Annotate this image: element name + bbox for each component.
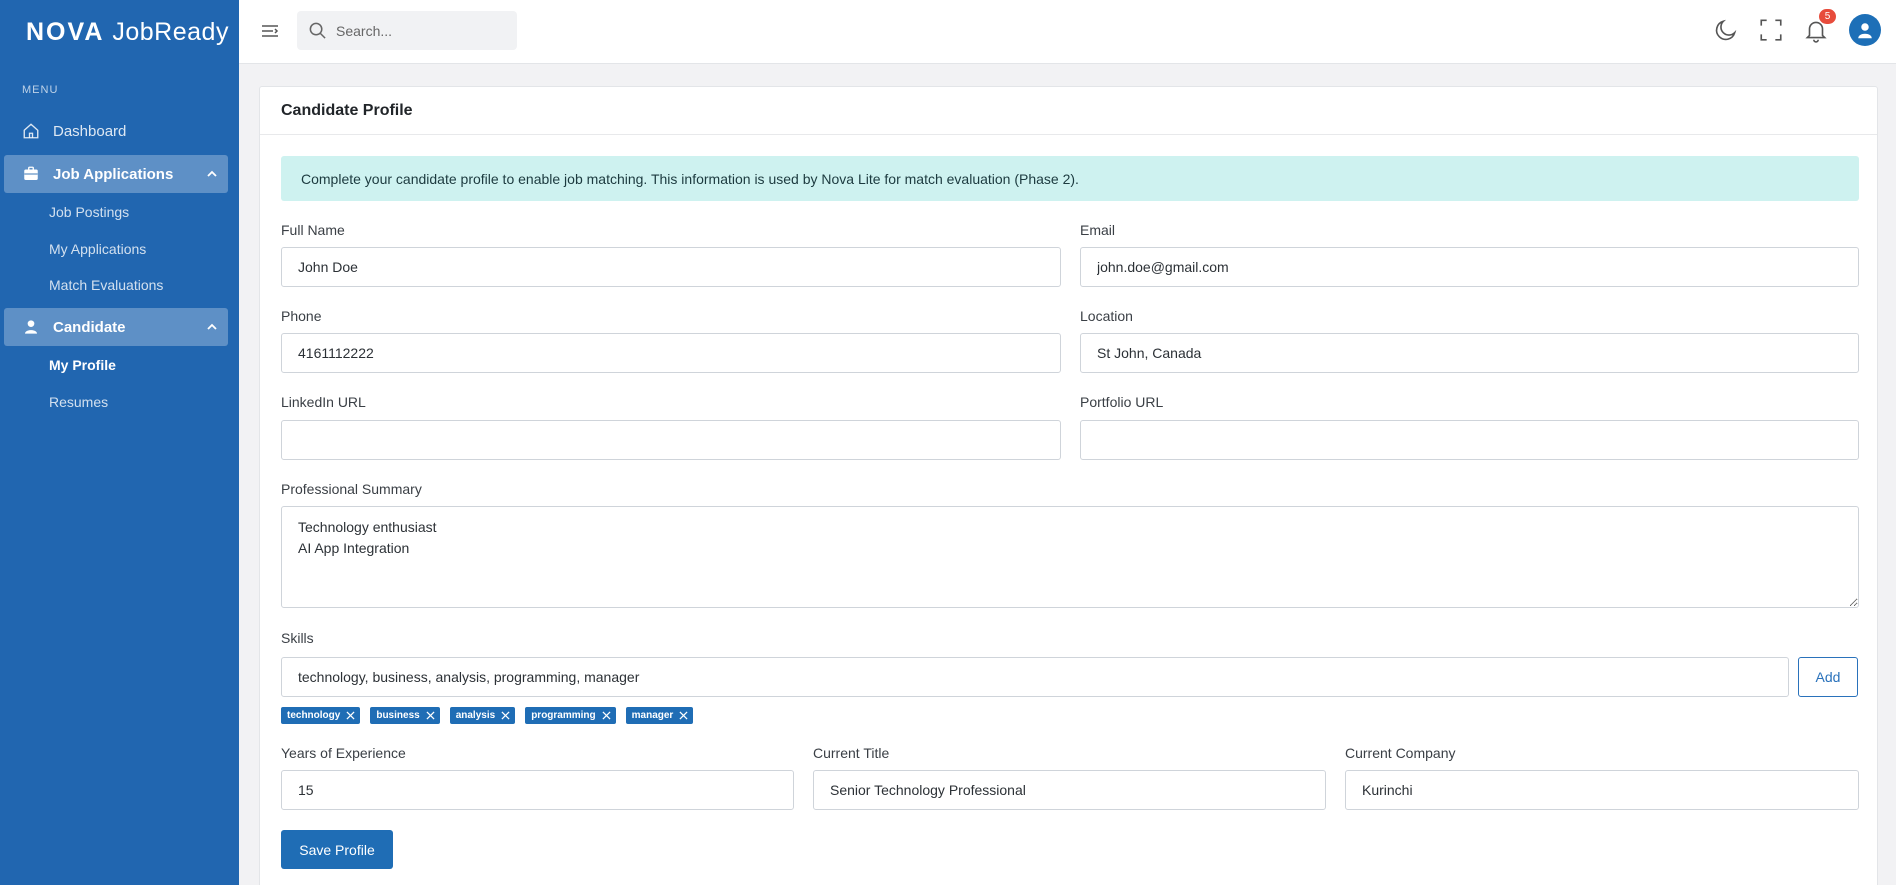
skill-tag-label: manager	[631, 710, 674, 721]
page-title: Candidate Profile	[281, 102, 413, 119]
chevron-up-icon	[206, 320, 218, 337]
skill-tags: technology business analysis programming…	[281, 707, 694, 724]
current-title-input[interactable]	[813, 770, 1326, 810]
search-box	[297, 11, 517, 50]
skill-tag: business	[370, 707, 440, 724]
avatar[interactable]	[1849, 14, 1881, 46]
full-name-input[interactable]	[281, 247, 1061, 287]
summary-textarea[interactable]: Technology enthusiast AI App Integration	[281, 506, 1859, 608]
close-icon[interactable]	[426, 711, 435, 720]
phone-input[interactable]	[281, 333, 1061, 373]
brand-name-bold: NOVA	[26, 18, 105, 46]
linkedin-label: LinkedIn URL	[281, 394, 366, 410]
candidate-profile-card: Candidate Profile Complete your candidat…	[259, 86, 1878, 885]
skills-label: Skills	[281, 630, 314, 646]
add-skill-button[interactable]: Add	[1798, 657, 1858, 697]
sidebar-item-my-profile[interactable]: My Profile	[49, 357, 116, 373]
menu-section-label: MENU	[22, 84, 59, 96]
card-header: Candidate Profile	[260, 87, 1877, 135]
email-label: Email	[1080, 222, 1116, 238]
skills-input[interactable]	[281, 657, 1789, 697]
menu-icon[interactable]	[259, 20, 281, 42]
years-input[interactable]	[281, 770, 794, 810]
portfolio-label: Portfolio URL	[1080, 394, 1164, 410]
briefcase-icon	[20, 163, 42, 185]
sidebar-group-job-applications[interactable]: Job Applications	[4, 155, 228, 193]
brand-logo[interactable]: NOVA JobReady	[26, 18, 229, 47]
close-icon[interactable]	[501, 711, 510, 720]
full-name-label: Full Name	[281, 222, 345, 238]
chevron-up-icon	[206, 167, 218, 184]
years-label: Years of Experience	[281, 745, 406, 761]
sidebar-group-label: Job Applications	[53, 165, 174, 183]
user-icon	[20, 316, 42, 338]
location-label: Location	[1080, 308, 1133, 324]
summary-label: Professional Summary	[281, 481, 422, 497]
info-alert: Complete your candidate profile to enabl…	[281, 156, 1859, 201]
close-icon[interactable]	[346, 711, 355, 720]
skill-tag-label: programming	[531, 710, 596, 721]
topbar	[239, 0, 1896, 64]
sidebar-item-job-postings[interactable]: Job Postings	[49, 204, 129, 220]
current-company-input[interactable]	[1345, 770, 1859, 810]
fullscreen-icon[interactable]	[1758, 17, 1784, 43]
alert-text: Complete your candidate profile to enabl…	[301, 170, 1079, 187]
sidebar-item-dashboard[interactable]: Dashboard	[4, 112, 228, 150]
save-profile-button[interactable]: Save Profile	[281, 830, 393, 869]
user-icon	[1858, 23, 1872, 39]
search-icon	[308, 21, 327, 45]
skill-tag: technology	[281, 707, 361, 724]
email-field[interactable]	[1080, 247, 1859, 287]
sidebar-item-my-applications[interactable]: My Applications	[49, 241, 146, 257]
linkedin-input[interactable]	[281, 420, 1061, 460]
skill-tag: programming	[525, 707, 616, 724]
skill-tag-label: technology	[287, 710, 341, 721]
sidebar-item-resumes[interactable]: Resumes	[49, 394, 108, 410]
phone-label: Phone	[281, 308, 322, 324]
skill-tag-label: business	[376, 710, 420, 721]
skill-tag: manager	[625, 707, 694, 724]
home-icon	[20, 120, 42, 142]
search-input[interactable]	[336, 11, 506, 50]
current-company-label: Current Company	[1345, 745, 1456, 761]
close-icon[interactable]	[602, 711, 611, 720]
notification-badge: 5	[1819, 9, 1836, 24]
location-input[interactable]	[1080, 333, 1859, 373]
sidebar-item-label: Dashboard	[53, 122, 127, 140]
portfolio-input[interactable]	[1080, 420, 1859, 460]
sidebar: NOVA JobReady MENU Dashboard Job Applicat…	[0, 0, 239, 885]
close-icon[interactable]	[679, 711, 688, 720]
brand-name-regular: JobReady	[112, 18, 229, 46]
sidebar-group-label: Candidate	[53, 318, 126, 336]
sidebar-item-match-evaluations[interactable]: Match Evaluations	[49, 277, 163, 293]
current-title-label: Current Title	[813, 745, 890, 761]
moon-icon[interactable]	[1713, 17, 1739, 43]
skill-tag-label: analysis	[455, 710, 496, 721]
skill-tag: analysis	[449, 707, 516, 724]
sidebar-group-candidate[interactable]: Candidate	[4, 308, 228, 346]
